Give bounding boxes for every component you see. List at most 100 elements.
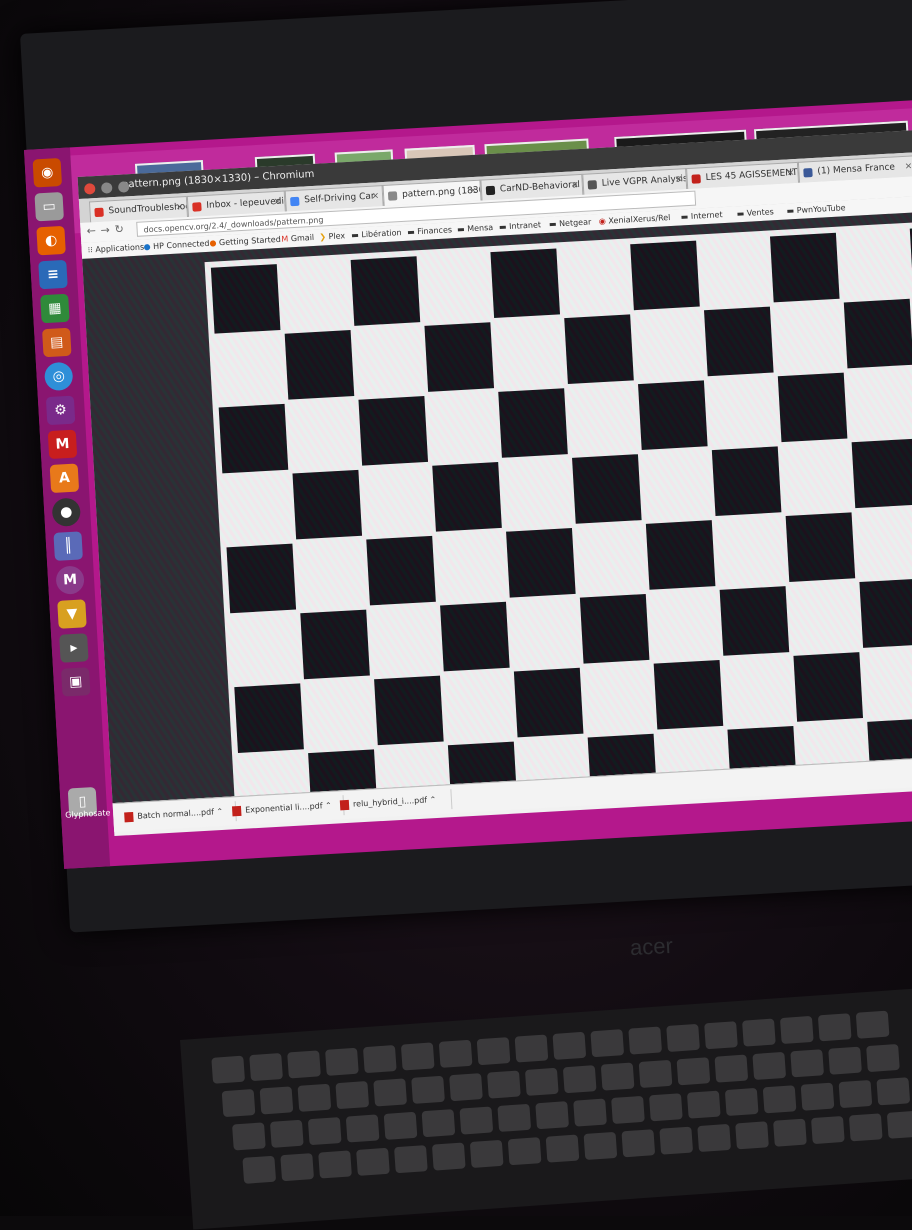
close-tab-icon[interactable]: × (273, 192, 282, 213)
keyboard-key (676, 1057, 711, 1086)
software-center-icon[interactable]: A (49, 463, 80, 494)
minimize-icon[interactable] (101, 182, 113, 194)
keyboard-key (848, 1113, 883, 1142)
checker-square (843, 298, 912, 369)
keyboard-key (779, 1015, 814, 1045)
tab-label: (1) Mensa France (817, 162, 896, 177)
close-tab-icon[interactable]: × (786, 163, 795, 184)
download-item[interactable]: relu_hybrid_i....pdf ⌃ (336, 789, 453, 816)
gmail-icon: M (281, 234, 289, 244)
pdf-icon (339, 799, 350, 811)
keyboard-key (704, 1021, 738, 1050)
chromium-icon[interactable]: ◎ (43, 361, 74, 392)
calc-icon[interactable]: ▦ (40, 293, 70, 324)
checker-square (711, 446, 782, 516)
checker-square (513, 667, 584, 738)
close-tab-icon[interactable]: × (904, 156, 912, 177)
checker-square (374, 675, 444, 746)
gmail-favicon-icon (94, 207, 104, 218)
settings-icon[interactable]: ⚙ (45, 395, 76, 426)
bookmark-label: Mensa (466, 222, 494, 234)
keyboard-key (752, 1051, 787, 1081)
keyboard-key (325, 1047, 359, 1076)
books-icon[interactable]: ║ (53, 531, 83, 561)
workspaces-icon[interactable]: ▣ (61, 667, 91, 697)
writer-icon[interactable]: ≡ (38, 259, 68, 290)
keyboard-key (476, 1037, 511, 1066)
checker-square (785, 512, 856, 582)
ubuntu-icon[interactable]: ◉ (32, 157, 63, 188)
bookmark-gmail[interactable]: M Gmail (281, 230, 315, 248)
checker-square (210, 264, 281, 334)
checker-square (859, 578, 912, 648)
terminal-icon[interactable]: ▸ (59, 633, 89, 663)
firefox-icon[interactable]: ◐ (36, 225, 66, 256)
folder-icon: ▬ (786, 206, 795, 216)
bookmark-label: Applications (95, 242, 145, 255)
mendeley-icon[interactable]: M (47, 429, 78, 460)
impress-icon[interactable]: ▤ (42, 327, 72, 358)
keyboard-key (318, 1150, 352, 1179)
download-label: Batch normal....pdf (137, 807, 215, 821)
bookmark-plex[interactable]: ❯ Plex (319, 228, 346, 245)
reload-icon[interactable]: ↻ (114, 223, 124, 236)
checker-square (579, 593, 650, 664)
close-tab-icon[interactable]: × (371, 186, 380, 207)
checker-square (704, 306, 774, 377)
keyboard-key (297, 1083, 332, 1112)
bookmark-label: Getting Started (218, 234, 282, 248)
github-favicon-icon (485, 185, 496, 196)
ubuntu-store-icon[interactable]: ▼ (57, 599, 87, 629)
folder-icon: ▬ (548, 219, 557, 229)
checker-square (564, 314, 634, 385)
forward-arrow-icon[interactable]: → (100, 223, 110, 236)
keyboard-key (269, 1119, 304, 1148)
close-tab-icon[interactable]: × (175, 197, 184, 218)
chromium-window: pattern.png (1830×1330) – Chromium Sound… (77, 129, 912, 837)
keyboard-key (773, 1118, 807, 1147)
checker-square (638, 380, 708, 450)
keyboard-key (686, 1090, 721, 1119)
keyboard-key (762, 1085, 797, 1114)
keyboard-key (287, 1050, 321, 1079)
checker-square (234, 683, 304, 753)
camera-icon[interactable]: ● (51, 497, 82, 527)
bookmark-label: Intranet (508, 220, 542, 232)
keyboard-key (573, 1098, 607, 1127)
checker-square (851, 438, 912, 509)
keyboard-key (438, 1039, 473, 1068)
trash-label: Glyphosate (64, 808, 111, 820)
files-icon[interactable]: ▭ (34, 191, 64, 222)
keyboard-key (373, 1078, 408, 1107)
close-tab-icon[interactable]: × (469, 181, 478, 202)
tab-label: CarND-Behavioral (499, 180, 581, 195)
close-tab-icon[interactable]: × (675, 169, 684, 190)
back-arrow-icon[interactable]: ← (86, 224, 96, 237)
close-icon[interactable] (83, 183, 96, 195)
checker-square (506, 528, 576, 598)
keyboard-key (876, 1077, 911, 1106)
keyboard-key (335, 1081, 370, 1110)
keyboard-key (431, 1142, 466, 1171)
keyboard-key (345, 1114, 380, 1143)
checker-square (424, 322, 495, 392)
checker-square (498, 388, 568, 458)
mendeley-m-icon[interactable]: M (55, 565, 85, 595)
bookmark-label: XenialXerus/Rel (608, 213, 671, 226)
checker-square (440, 601, 510, 672)
checker-square (218, 403, 289, 474)
bookmark-label: Libération (361, 228, 402, 240)
debian-icon: ◉ (598, 216, 607, 227)
keyboard-key (394, 1145, 428, 1174)
close-tab-icon[interactable]: × (571, 175, 580, 196)
keyboard-key (828, 1046, 862, 1075)
download-item[interactable]: Batch normal....pdf ⌃ (120, 801, 237, 828)
maximize-icon[interactable] (118, 181, 130, 193)
bookmark-label: PwnYouTube (796, 203, 846, 215)
download-item[interactable]: Exponential li....pdf ⌃ (228, 795, 345, 822)
checkerboard-pattern-image (204, 219, 912, 804)
keyboard-key (507, 1137, 542, 1166)
bookmark-label: Internet (690, 210, 723, 221)
keyboard-key (621, 1129, 656, 1158)
folder-icon: ▬ (406, 227, 415, 237)
